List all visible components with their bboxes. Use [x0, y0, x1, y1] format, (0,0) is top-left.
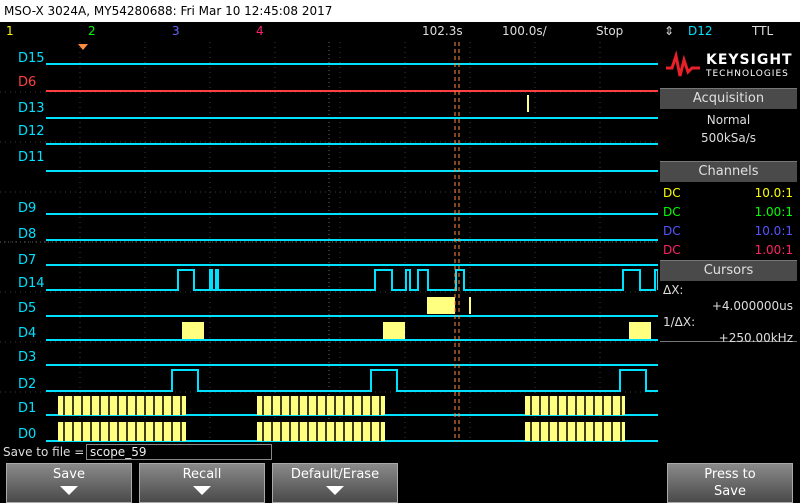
acquisition-header[interactable]: Acquisition [660, 88, 797, 109]
delta-x-value: +4.000000us [711, 299, 793, 313]
digital-label-d2[interactable]: D2 [18, 377, 36, 392]
filename-field[interactable]: scope_59 [86, 444, 272, 460]
channel-row[interactable]: DC 10.0:1 [660, 222, 797, 241]
keysight-wave-icon [666, 50, 700, 77]
d1-burst [257, 396, 385, 415]
inverse-delta-x-label: 1/ΔX: [663, 315, 696, 329]
d4-pulse [629, 322, 651, 339]
channel-probe-ratio: 10.0:1 [754, 186, 793, 200]
channel-row[interactable]: DC 1.00:1 [660, 241, 797, 260]
recall-softkey[interactable]: Recall [139, 463, 265, 503]
window-title: MSO-X 3024A, MY54280688: Fri Mar 10 12:4… [0, 0, 800, 22]
digital-label-d3[interactable]: D3 [18, 350, 36, 365]
save-filename-row: Save to file = scope_59 [0, 443, 660, 461]
digital-label-d5[interactable]: D5 [18, 301, 36, 316]
status-bar: 1 2 3 4 102.3s 100.0s/ Stop ⇕ D12 TTL [0, 22, 800, 41]
digital-label-d4[interactable]: D4 [18, 326, 36, 341]
channel-coupling: DC [663, 205, 681, 219]
channel-2-indicator[interactable]: 2 [88, 24, 96, 38]
digital-label-d12[interactable]: D12 [18, 124, 45, 139]
cursors-body: ΔX: +4.000000us 1/ΔX: +250.00kHz [660, 281, 797, 345]
save-softkey[interactable]: Save [6, 463, 132, 503]
side-panel: KEYSIGHT TECHNOLOGIES Acquisition Normal… [660, 42, 797, 442]
save-to-file-label: Save to file = [3, 445, 85, 459]
d4-pulse [182, 322, 204, 339]
default-erase-softkey-label: Default/Erase [290, 467, 380, 482]
waveform-display[interactable]: D15 D6 D13 D12 D11 D9 D8 D7 D14 D5 D4 D3 D2 D1 D0 [0, 42, 658, 442]
channel-1-indicator[interactable]: 1 [6, 24, 14, 38]
cursors-header[interactable]: Cursors [660, 260, 797, 281]
time-reference: 102.3s [422, 24, 463, 38]
press-save-label: Save [714, 484, 746, 499]
digital-label-d1[interactable]: D1 [18, 401, 36, 416]
digital-label-d7[interactable]: D7 [18, 253, 36, 268]
channel-3-indicator[interactable]: 3 [172, 24, 180, 38]
press-to-label: Press to [704, 467, 756, 482]
digital-label-d9[interactable]: D9 [18, 201, 36, 216]
channel-probe-ratio: 1.00:1 [754, 243, 793, 257]
channel-probe-ratio: 1.00:1 [754, 205, 793, 219]
delta-x-label: ΔX: [663, 283, 684, 297]
save-softkey-label: Save [53, 467, 85, 482]
digital-label-d13[interactable]: D13 [18, 101, 45, 116]
chevron-down-icon [326, 486, 344, 495]
digital-label-d14[interactable]: D14 [18, 276, 45, 291]
time-per-division: 100.0s/ [502, 24, 547, 38]
run-state: Stop [596, 24, 624, 38]
channel-coupling: DC [663, 186, 681, 200]
chevron-down-icon [193, 486, 211, 495]
side-panel-filler [660, 341, 797, 420]
channel-row[interactable]: DC 10.0:1 [660, 184, 797, 203]
digital-label-d11[interactable]: D11 [18, 150, 45, 165]
brand-name: KEYSIGHT [706, 52, 793, 68]
digital-label-d0[interactable]: D0 [18, 427, 36, 442]
acquisition-mode: Normal [706, 113, 751, 127]
brand-logo: KEYSIGHT TECHNOLOGIES [660, 42, 797, 88]
press-to-save-softkey[interactable]: Press to Save [667, 463, 793, 503]
trigger-channel: D12 [688, 24, 713, 38]
channel-probe-ratio: 10.0:1 [754, 224, 793, 238]
channels-header[interactable]: Channels [660, 161, 797, 182]
brand-subtitle: TECHNOLOGIES [706, 69, 789, 79]
channel-coupling: DC [663, 243, 681, 257]
d0-burst [257, 422, 385, 441]
trigger-source-icon: ⇕ [664, 24, 675, 38]
channels-body: DC 10.0:1 DC 1.00:1 DC 10.0:1 DC 1.00:1 [660, 182, 797, 260]
channel-coupling: DC [663, 224, 681, 238]
recall-softkey-label: Recall [182, 467, 222, 482]
channel-4-indicator[interactable]: 4 [256, 24, 264, 38]
acquisition-body: Normal 500kSa/s [660, 109, 797, 161]
inverse-delta-x-value: +250.00kHz [718, 331, 793, 345]
chevron-down-icon [60, 486, 78, 495]
channel-row[interactable]: DC 1.00:1 [660, 203, 797, 222]
d5-pulse [427, 297, 455, 314]
sample-rate: 500kSa/s [700, 131, 757, 145]
d4-pulse [383, 322, 405, 339]
default-erase-softkey[interactable]: Default/Erase [272, 463, 398, 503]
digital-label-d6[interactable]: D6 [18, 75, 36, 90]
digital-label-d15[interactable]: D15 [18, 51, 45, 66]
digital-label-d8[interactable]: D8 [18, 227, 36, 242]
logic-threshold: TTL [752, 24, 774, 38]
d1-burst [58, 396, 186, 415]
d0-burst [58, 422, 186, 441]
